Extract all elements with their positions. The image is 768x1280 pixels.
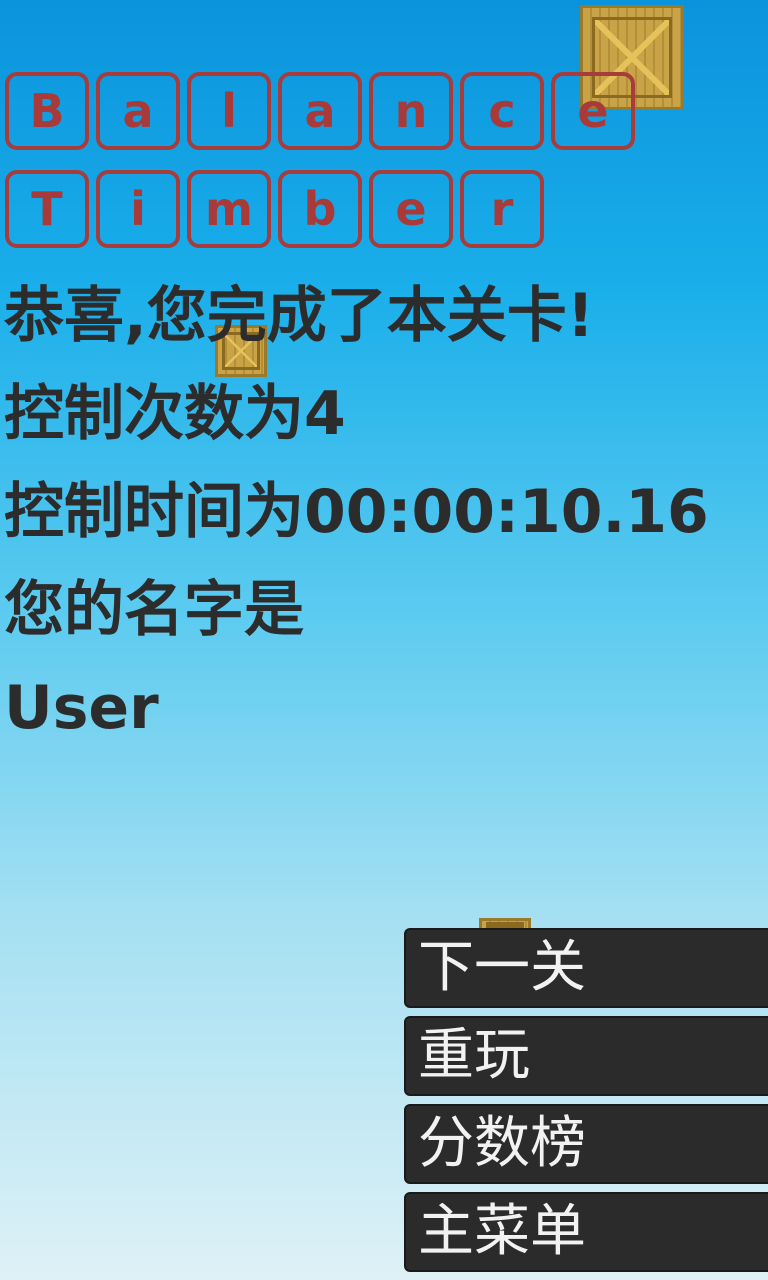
title-tile: c [460, 72, 544, 150]
title-tile: i [96, 170, 180, 248]
title-tile: e [551, 72, 635, 150]
name-prompt: 您的名字是 [4, 575, 304, 645]
title-tile: m [187, 170, 271, 248]
leaderboard-button[interactable]: 分数榜 [404, 1104, 768, 1184]
congrats-message: 恭喜,您完成了本关卡! [4, 281, 595, 351]
replay-button[interactable]: 重玩 [404, 1016, 768, 1096]
title-tile: b [278, 170, 362, 248]
elapsed-time: 控制时间为00:00:10.16 [4, 477, 709, 547]
title-row-balance: B a l a n c e [5, 72, 642, 150]
title-tile: a [96, 72, 180, 150]
title-tile: r [460, 170, 544, 248]
title-tile: l [187, 72, 271, 150]
player-name[interactable]: User [4, 672, 159, 744]
title-row-timber: T i m b e r [5, 170, 551, 248]
moves-count: 控制次数为4 [4, 379, 346, 449]
title-tile: a [278, 72, 362, 150]
title-tile: n [369, 72, 453, 150]
next-level-button[interactable]: 下一关 [404, 928, 768, 1008]
title-tile: B [5, 72, 89, 150]
title-tile: T [5, 170, 89, 248]
main-menu-button[interactable]: 主菜单 [404, 1192, 768, 1272]
title-tile: e [369, 170, 453, 248]
